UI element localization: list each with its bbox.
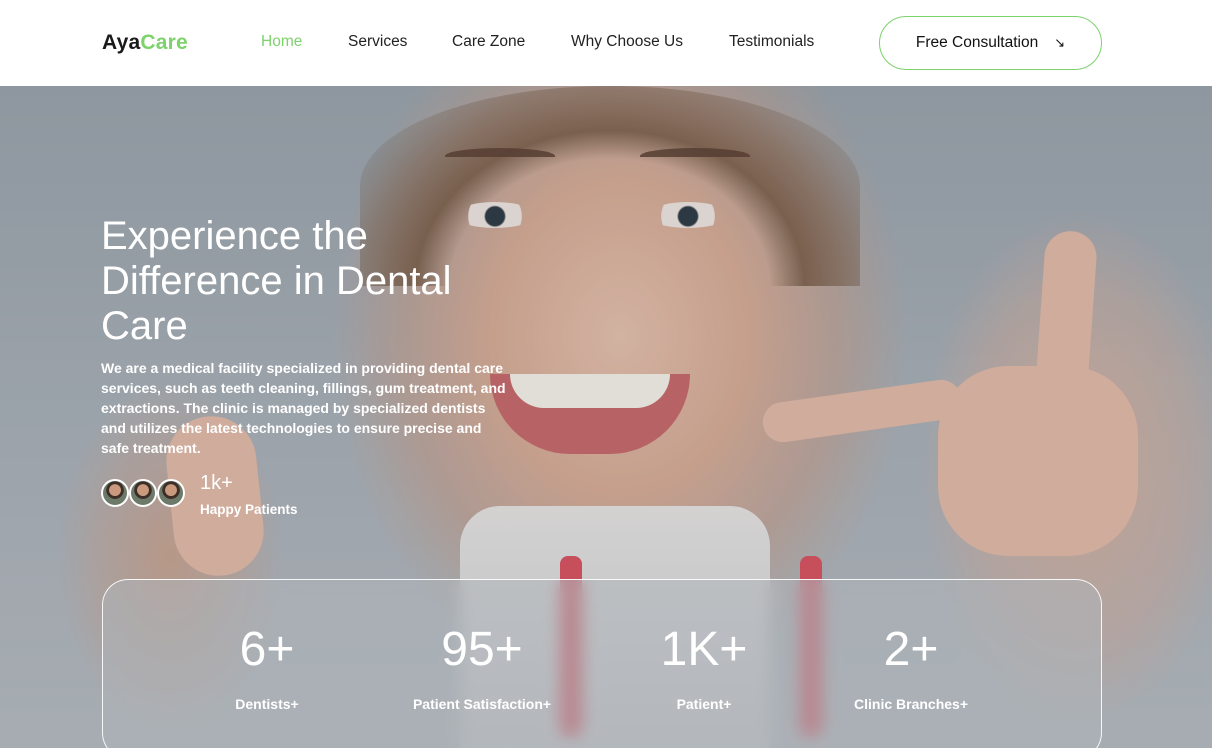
stat-dentists: 6+ Dentists+ [157,623,377,713]
patient-avatars [101,479,185,507]
happy-patients-count: 1k+ [200,472,233,494]
avatar [101,479,129,507]
stat-label: Patient+ [676,696,732,712]
stat-clinic-branches: 2+ Clinic Branches+ [801,623,1021,713]
hero-description: We are a medical facility specialized in… [101,360,506,456]
arrow-down-right-icon: ↘ [1054,35,1066,50]
avatar [157,479,185,507]
free-consultation-label: Free Consultation [915,34,1039,51]
nav-item-services[interactable]: Services [348,33,407,51]
avatar [129,479,157,507]
happy-patients-label: Happy Patients [200,502,298,517]
free-consultation-button[interactable]: Free Consultation ↘ [879,16,1102,70]
stat-patients: 1K+ Patient+ [594,623,814,713]
nav-item-home[interactable]: Home [261,33,302,51]
hero-title: Experience the Difference in Dental Care [101,214,452,348]
nav-item-testimonials[interactable]: Testimonials [729,33,814,51]
hero-section: Experience the Difference in Dental Care… [0,86,1212,748]
stat-label: Patient Satisfaction+ [412,696,552,712]
stat-value: 2+ [883,623,939,676]
brand-logo[interactable]: AyaCare [102,31,188,55]
stat-value: 1K+ [660,623,748,676]
stat-label: Dentists+ [235,696,299,712]
stat-label: Clinic Branches+ [854,696,968,712]
stat-value: 95+ [441,623,523,676]
nav-item-why-choose-us[interactable]: Why Choose Us [571,33,683,51]
brand-name-part1: Aya [102,31,141,54]
stat-patient-satisfaction: 95+ Patient Satisfaction+ [372,623,592,713]
brand-name-part2: Care [140,31,188,54]
stat-value: 6+ [239,623,295,676]
navbar: AyaCare Home Services Care Zone Why Choo… [0,0,1212,86]
nav-item-care-zone[interactable]: Care Zone [452,33,525,51]
stats-panel: 6+ Dentists+ 95+ Patient Satisfaction+ 1… [102,579,1102,748]
